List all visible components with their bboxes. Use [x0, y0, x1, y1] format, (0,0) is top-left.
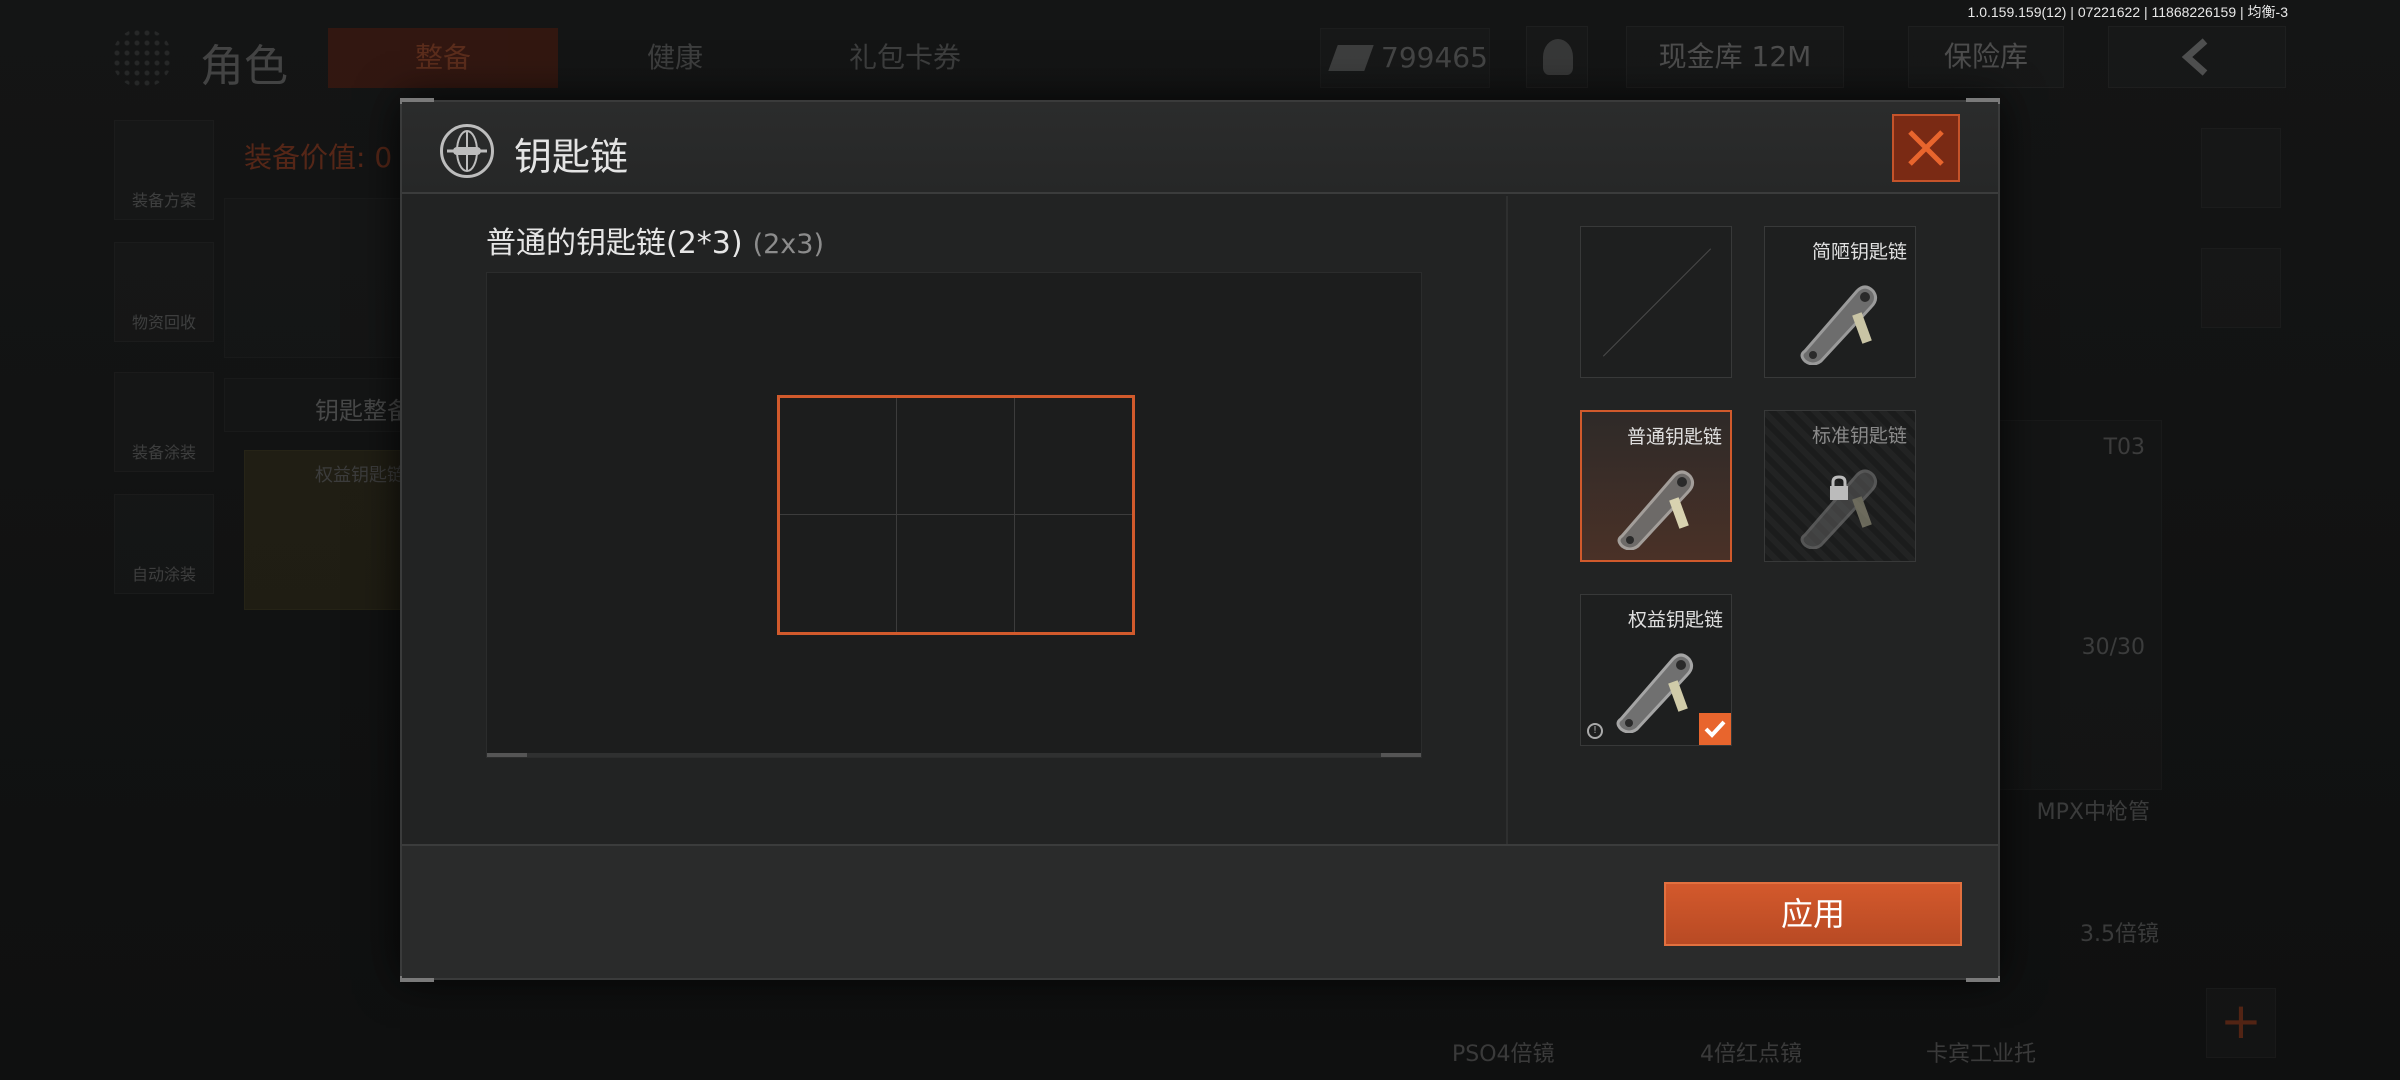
currency-amount: 799465	[1381, 41, 1488, 74]
grid-cell	[1014, 398, 1132, 515]
keychain-slot-empty[interactable]	[1580, 226, 1732, 378]
scope-35-label: 3.5倍镜	[2080, 922, 2159, 947]
modal-header: 钥匙链	[402, 102, 1998, 194]
cash-stash-button[interactable]: 现金库 12M	[1626, 26, 1844, 88]
modal-title: 钥匙链	[514, 135, 629, 179]
barrel-label: MPX中枪管	[2036, 800, 2150, 825]
keychain-icon	[1800, 469, 1878, 549]
version-info: 1.0.159.159(12) | 07221622 | 11868226159…	[1967, 4, 2288, 20]
back-arrow-icon	[2181, 38, 2208, 76]
capacity-grid	[777, 395, 1135, 635]
auto-skin-button[interactable]: 自动涂装	[114, 494, 214, 594]
grid-cell	[897, 398, 1015, 515]
modal-footer: 应用	[402, 844, 1998, 978]
keychain-slot-normal[interactable]: 普通钥匙链	[1580, 410, 1732, 562]
bg-keychain-slot[interactable]: 权益钥匙链	[244, 450, 424, 610]
capacity-preview	[486, 272, 1422, 758]
tab-gift-coupons[interactable]: 礼包卡券	[790, 28, 1020, 88]
back-button[interactable]	[2108, 26, 2286, 88]
character-logo-icon	[112, 28, 172, 88]
game-screen: 角色 整备 健康 礼包卡券 799465 现金库 12M 保险库 1.0.159…	[0, 0, 2400, 1080]
left-menu: 装备方案 物资回收 装备涂装 自动涂装	[114, 120, 214, 640]
keychain-slot-premium[interactable]: 权益钥匙链 !	[1580, 594, 1732, 746]
keychain-loadout-header: 钥匙整备	[224, 378, 424, 432]
right-tool-strip: +	[2196, 120, 2286, 1060]
reddot-scope-label: 4倍红点镜	[1700, 1042, 1802, 1067]
page-title: 角色	[200, 41, 288, 92]
keychain-slot-standard[interactable]: 标准钥匙链	[1764, 410, 1916, 562]
bg-slot	[224, 198, 424, 358]
slot-label: 权益钥匙链	[1627, 609, 1723, 631]
keychain-icon	[1617, 470, 1695, 550]
ammo-count: 30/30	[2081, 635, 2145, 660]
time-limit-icon: !	[1587, 723, 1603, 739]
divider	[1506, 196, 1508, 846]
safe-box-button[interactable]: 保险库	[1908, 26, 2064, 88]
loadout-plan-button[interactable]: 装备方案	[114, 120, 214, 220]
grid-cell	[780, 515, 898, 632]
layers-refresh-icon[interactable]	[2201, 128, 2281, 208]
add-icon[interactable]: +	[2206, 988, 2276, 1058]
equipment-skin-button[interactable]: 装备涂装	[114, 372, 214, 472]
weapon-tag: T03	[2103, 435, 2145, 460]
stock-label: 卡宾工业托	[1926, 1042, 2037, 1067]
grid-cell	[897, 515, 1015, 632]
grid-cell	[1015, 515, 1132, 632]
operator-button[interactable]	[1526, 26, 1588, 88]
grid-cell	[780, 398, 898, 515]
keychain-category-icon	[440, 124, 494, 178]
tab-health[interactable]: 健康	[560, 28, 790, 88]
keychain-icon	[1800, 285, 1878, 365]
keychain-loadout-label: 钥匙整备	[315, 397, 411, 425]
close-icon	[1908, 130, 1944, 166]
keychain-icon	[1616, 653, 1694, 733]
apply-button[interactable]: 应用	[1664, 882, 1962, 946]
keychain-modal: 钥匙链 普通的钥匙链(2*3) (2x3) 简陋钥匙链 普通钥匙链 标准钥匙链 …	[400, 98, 2000, 982]
slot-label: 简陋钥匙链	[1811, 241, 1907, 263]
pso-scope-label: PSO4倍镜	[1452, 1042, 1555, 1067]
item-name: 普通的钥匙链(2*3)	[486, 226, 743, 261]
equipped-check-icon	[1699, 713, 1731, 745]
empty-slot-icon	[1602, 248, 1712, 357]
lock-icon	[1830, 475, 1848, 500]
layers-icon[interactable]	[2201, 248, 2281, 328]
recycle-button[interactable]: 物资回收	[114, 242, 214, 342]
currency-display: 799465	[1320, 28, 1490, 88]
keychain-slot-crude[interactable]: 简陋钥匙链	[1764, 226, 1916, 378]
loadout-panel: 装备价值: 0 钥匙整备 权益钥匙链	[224, 120, 424, 1080]
close-button[interactable]	[1892, 114, 1960, 182]
tab-loadout[interactable]: 整备	[328, 28, 558, 88]
equipment-value: 装备价值: 0	[244, 141, 393, 174]
scrollbar-cap	[487, 753, 527, 757]
bg-keychain-slot-label: 权益钥匙链	[315, 465, 405, 486]
preview-scrollbar[interactable]	[487, 753, 1421, 757]
slot-label: 普通钥匙链	[1626, 426, 1722, 448]
operator-icon	[1543, 39, 1573, 75]
cash-icon	[1328, 45, 1374, 71]
item-title: 普通的钥匙链(2*3) (2x3)	[486, 218, 824, 262]
item-size: (2x3)	[752, 229, 824, 260]
scrollbar-cap	[1381, 753, 1421, 757]
slot-label: 标准钥匙链	[1811, 425, 1907, 447]
